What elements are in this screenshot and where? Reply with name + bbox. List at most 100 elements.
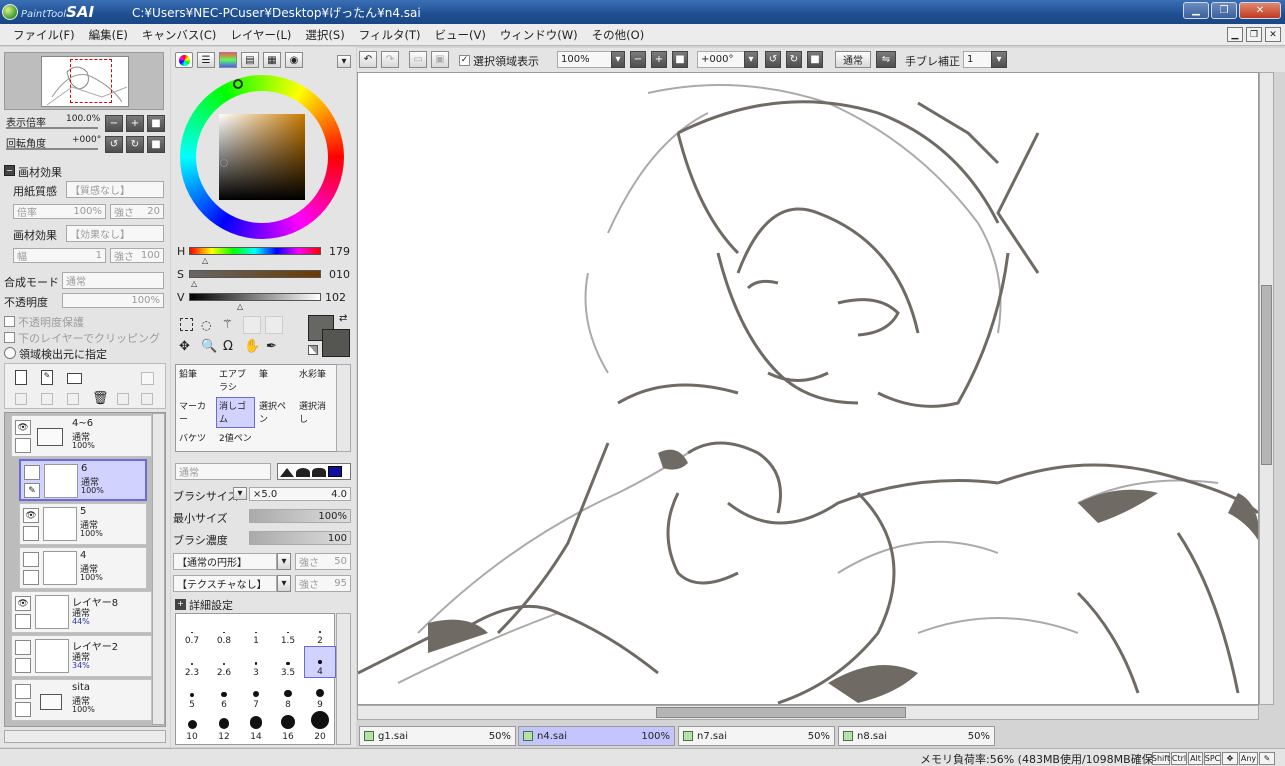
zoom-select[interactable]: 100% (557, 51, 613, 68)
tool-marker[interactable]: マーカー (176, 397, 215, 428)
zoom-in-button[interactable]: + (126, 115, 144, 132)
brush-size-option[interactable]: 7 (240, 678, 272, 710)
texture-scale-field[interactable]: 倍率 100% (13, 204, 106, 219)
min-size-slider[interactable]: 100% (249, 509, 351, 523)
rotation-dropdown-button[interactable]: ▾ (744, 51, 758, 68)
effect-select[interactable]: 【効果なし】 (66, 225, 164, 242)
zoom-slider[interactable] (6, 127, 98, 129)
effect-strength-field[interactable]: 強さ 100 (110, 248, 164, 263)
brush-texture-strength-field[interactable]: 強さ 95 (295, 575, 351, 592)
brush-size-option[interactable]: 5 (176, 678, 208, 710)
brush-texture-select[interactable]: 【テクスチャなし】 (173, 575, 277, 592)
merge-visible-icon[interactable] (117, 393, 129, 405)
tool-brush[interactable]: 筆 (256, 365, 295, 396)
tool-watercolor[interactable]: 水彩筆 (296, 365, 335, 396)
trash-icon[interactable]: 🗑 (92, 391, 109, 406)
toolbar-zoom-in-button[interactable]: + (651, 51, 667, 68)
brush-size-option[interactable]: 16 (272, 710, 304, 742)
texture-strength-field[interactable]: 強さ 20 (110, 204, 164, 219)
stabilizer-dropdown-button[interactable]: ▾ (991, 51, 1007, 68)
brush-size-slider[interactable]: ×5.0 4.0 (249, 487, 351, 501)
color-wheel[interactable] (180, 75, 344, 239)
minimize-button[interactable]: ▁ (1183, 2, 1209, 19)
menu-other[interactable]: その他(O) (585, 27, 652, 43)
brush-size-option[interactable]: 1 (240, 614, 272, 646)
texture-section-toggle[interactable]: − (4, 165, 15, 176)
menu-select[interactable]: 選択(S) (298, 27, 351, 43)
hue-marker[interactable] (233, 79, 243, 89)
brush-size-option[interactable]: 10 (176, 710, 208, 742)
blend-mode-select[interactable]: 通常 (62, 272, 164, 289)
menu-layer[interactable]: レイヤー(L) (223, 27, 298, 43)
paper-texture-select[interactable]: 【質感なし】 (66, 181, 164, 198)
zoom-out-button[interactable]: − (105, 115, 123, 132)
protect-opacity-checkbox[interactable] (4, 316, 15, 327)
eye-icon[interactable]: 👁 (15, 420, 31, 435)
tool-select-pen[interactable]: 選択ペン (256, 397, 295, 428)
rgb-slider-tab[interactable]: ☰ (197, 52, 215, 68)
selection-source-radio[interactable] (4, 347, 16, 359)
layer-list-hscrollbar[interactable] (4, 730, 166, 743)
layer-list-scrollbar[interactable] (152, 413, 165, 725)
clear-layer-icon[interactable] (67, 393, 79, 405)
menu-window[interactable]: ウィンドウ(W) (493, 27, 585, 43)
brush-shape-dropdown[interactable]: ▾ (277, 553, 291, 570)
eyedropper-icon[interactable]: ✒ (266, 339, 277, 354)
brush-size-option[interactable]: 4 (304, 646, 336, 678)
brush-size-option[interactable]: 3 (240, 646, 272, 678)
rotate-icon[interactable]: Ω (223, 339, 233, 354)
flip-canvas-button[interactable]: ⇋ (876, 51, 896, 68)
rotate-left-button[interactable]: ↺ (105, 136, 123, 153)
toolbar-rotate-left-button[interactable]: ↺ (765, 51, 781, 68)
brush-mode-select[interactable]: 通常 (175, 463, 271, 480)
rotate-right-button[interactable]: ↻ (126, 136, 144, 153)
brush-size-multiplier-button[interactable]: ▾ (233, 487, 247, 500)
document-tab[interactable]: g1.sai 50% (359, 726, 516, 746)
undo-button[interactable]: ↶ (359, 51, 377, 68)
brush-size-option[interactable]: 1.5 (272, 614, 304, 646)
opacity-slider[interactable]: 100% (62, 293, 164, 308)
lock-toggle[interactable] (15, 614, 31, 629)
brush-size-option[interactable]: 2.6 (208, 646, 240, 678)
brush-shape-select[interactable]: 【通常の円形】 (173, 553, 277, 570)
toolbar-rotate-right-button[interactable]: ↻ (786, 51, 802, 68)
layer-row[interactable]: レイヤー2 通常 34% (11, 635, 152, 677)
value-slider-thumb[interactable]: △ (237, 302, 243, 311)
clip-lower-checkbox[interactable] (4, 332, 15, 343)
document-tab[interactable]: n7.sai 50% (678, 726, 835, 746)
document-tab[interactable]: n8.sai 50% (838, 726, 995, 746)
tool-grid-scrollbar[interactable] (336, 364, 351, 452)
saturation-slider-thumb[interactable]: △ (191, 279, 197, 288)
toolbar-zoom-reset-button[interactable]: ■ (672, 51, 688, 68)
tool-eraser[interactable]: 消しゴム (216, 397, 255, 428)
palette-tab[interactable]: ▤ (241, 52, 259, 68)
tool-bucket[interactable]: バケツ (176, 429, 215, 451)
background-color-swatch[interactable] (322, 329, 350, 357)
hsv-slider-tab[interactable] (219, 52, 237, 68)
rotation-select[interactable]: +000° (697, 51, 751, 68)
brush-size-option[interactable]: 14 (240, 710, 272, 742)
canvas-horizontal-scrollbar[interactable] (357, 705, 1259, 720)
visibility-toggle[interactable] (15, 640, 31, 655)
menu-view[interactable]: ビュー(V) (427, 27, 492, 43)
move-icon[interactable]: ✥ (179, 339, 190, 354)
tool-select-eraser[interactable]: 選択消し (296, 397, 335, 428)
brush-density-slider[interactable]: 100 (249, 531, 351, 545)
canvas-horizontal-scroll-thumb[interactable] (656, 707, 906, 718)
brush-size-option[interactable]: 20 (304, 710, 336, 742)
color-wheel-tab[interactable] (175, 52, 193, 68)
layer-row[interactable]: sita 通常 100% (11, 679, 152, 721)
brush-size-option[interactable]: 0.7 (176, 614, 208, 646)
detail-settings-toggle[interactable]: + (175, 599, 186, 610)
saturation-slider[interactable] (189, 270, 321, 278)
blend-normal-button[interactable]: 通常 (835, 51, 871, 68)
invert-selection-button[interactable]: ▣ (431, 51, 449, 68)
drawing-canvas[interactable] (357, 72, 1259, 705)
hue-slider-thumb[interactable]: △ (202, 256, 208, 265)
brush-size-option[interactable]: 0.8 (208, 614, 240, 646)
new-linework-layer-icon[interactable]: ✎ (41, 370, 53, 385)
brush-size-scrollbar[interactable] (336, 613, 351, 745)
layer-row[interactable]: 👁 4~6 通常 100% (11, 415, 152, 457)
new-folder-icon[interactable] (67, 373, 82, 384)
selection-display-checkbox[interactable]: ✓ (459, 55, 470, 66)
